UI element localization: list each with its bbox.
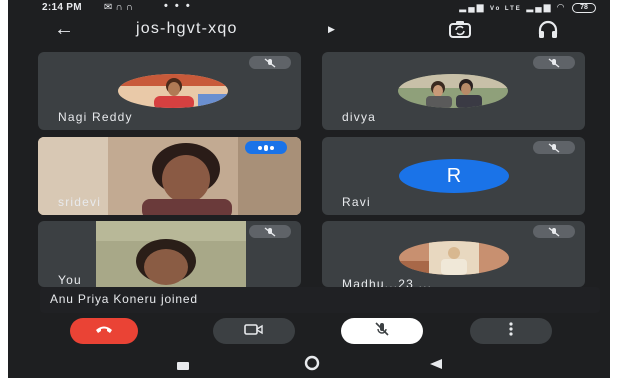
participant-tile[interactable]: divya	[322, 52, 585, 130]
join-notification: Anu Priya Koneru joined	[40, 287, 600, 313]
wifi-icon: ◠	[557, 2, 566, 12]
signal-icons: ▂▄▆ Vo LTE ▂▄▆ ◠	[459, 2, 566, 13]
participant-tile[interactable]: Nagi Reddy	[38, 52, 301, 130]
mic-off-icon	[249, 56, 291, 69]
more-notifications-icon: • • •	[164, 0, 192, 12]
more-options-button[interactable]	[470, 318, 552, 344]
camera-button[interactable]	[213, 318, 295, 344]
meeting-code[interactable]: jos-hgvt-xqo	[136, 20, 238, 38]
headset-icon[interactable]	[536, 20, 560, 45]
headset-icon: ∩	[115, 2, 126, 13]
participant-name: Ravi	[342, 195, 371, 209]
join-notification-text: Anu Priya Koneru joined	[50, 292, 198, 306]
end-call-button[interactable]	[70, 318, 138, 344]
participant-name: Madhu...23 ...	[342, 277, 433, 287]
caret-right-icon[interactable]: ▶	[328, 24, 335, 35]
self-video-feed	[96, 221, 246, 287]
mic-off-icon	[533, 141, 575, 154]
avatar	[398, 74, 508, 108]
signal-icon: ▂▄▆	[459, 2, 486, 12]
avatar	[118, 74, 228, 108]
mic-off-icon	[533, 56, 575, 69]
headset-icon: ∩	[125, 2, 136, 13]
speaking-indicator	[245, 141, 287, 154]
call-header: ← jos-hgvt-xqo ▶	[8, 16, 610, 44]
participant-tile[interactable]: Madhu...23 ...	[322, 221, 585, 287]
status-time: 2:14 PM	[42, 2, 82, 13]
participant-tile[interactable]: You	[38, 221, 301, 287]
meet-call-screen: 2:14 PM ✉∩∩ • • • ▂▄▆ Vo LTE ▂▄▆ ◠ 78 ← …	[8, 0, 610, 378]
system-nav-bar	[8, 350, 610, 378]
recents-icon[interactable]	[176, 358, 190, 376]
mic-off-icon	[374, 321, 390, 342]
end-call-icon	[94, 322, 114, 340]
home-icon[interactable]	[304, 355, 320, 376]
participant-name: Nagi Reddy	[58, 110, 133, 124]
mic-button[interactable]	[341, 318, 423, 344]
call-controls	[8, 318, 610, 346]
messenger-icon: ✉	[104, 2, 116, 13]
participant-tile[interactable]: sridevi	[38, 137, 301, 215]
avatar-initial: R	[446, 164, 462, 187]
battery-indicator: 78	[572, 3, 596, 13]
avatar: R	[399, 159, 509, 193]
status-bar: 2:14 PM ✉∩∩ • • • ▂▄▆ Vo LTE ▂▄▆ ◠ 78	[8, 0, 610, 16]
signal-icon: ▂▄▆	[526, 2, 553, 12]
back-icon[interactable]	[428, 357, 444, 375]
back-arrow-icon[interactable]: ←	[54, 18, 74, 41]
switch-camera-icon[interactable]	[448, 20, 472, 45]
avatar	[399, 241, 509, 275]
participant-name: sridevi	[58, 195, 102, 209]
participant-tile[interactable]: R Ravi	[322, 137, 585, 215]
participant-name: divya	[342, 110, 377, 124]
mic-off-icon	[533, 225, 575, 238]
volte-label: Vo LTE	[490, 6, 522, 12]
camera-icon	[244, 322, 264, 340]
more-vert-icon	[508, 321, 514, 341]
participant-name: You	[58, 273, 82, 287]
notification-icons: ✉∩∩	[104, 2, 136, 13]
mic-off-icon	[249, 225, 291, 238]
